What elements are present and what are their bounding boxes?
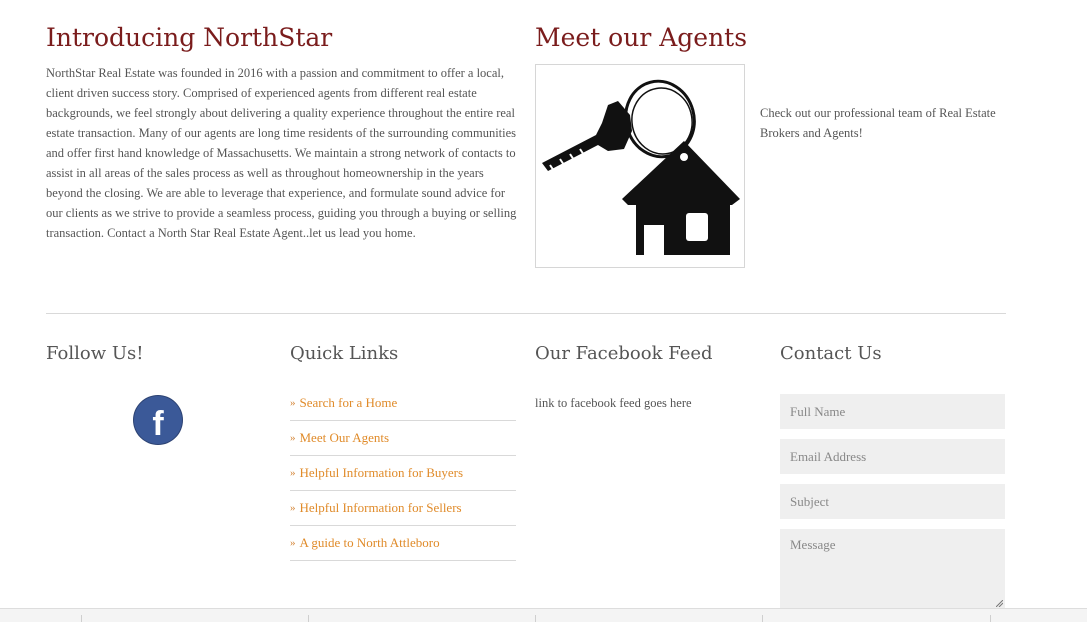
facebook-glyph: f bbox=[152, 405, 164, 443]
quick-link-item[interactable]: » Search for a Home bbox=[290, 386, 516, 421]
section-divider bbox=[46, 313, 1006, 314]
agents-image[interactable] bbox=[535, 64, 745, 268]
agents-text: Check out our professional team of Real … bbox=[760, 106, 996, 140]
facebook-feed-text: link to facebook feed goes here bbox=[535, 396, 692, 410]
quick-link-buyers[interactable]: Helpful Information for Buyers bbox=[300, 465, 464, 481]
chevron-right-icon: » bbox=[290, 397, 296, 409]
subject-field[interactable]: Subject bbox=[780, 484, 1005, 519]
subject-placeholder: Subject bbox=[790, 493, 829, 509]
message-field[interactable]: Message bbox=[780, 529, 1005, 609]
facebook-icon[interactable]: f bbox=[134, 396, 182, 444]
chevron-right-icon: » bbox=[290, 502, 296, 514]
full-name-field[interactable]: Full Name bbox=[780, 394, 1005, 429]
quick-link-sellers[interactable]: Helpful Information for Sellers bbox=[300, 500, 462, 516]
resize-handle-icon[interactable] bbox=[996, 600, 1003, 607]
quick-link-item[interactable]: » A guide to North Attleboro bbox=[290, 526, 516, 561]
quick-link-search-home[interactable]: Search for a Home bbox=[300, 395, 398, 411]
follow-heading: Follow Us! bbox=[46, 343, 144, 364]
chevron-right-icon: » bbox=[290, 537, 296, 549]
email-placeholder: Email Address bbox=[790, 448, 867, 464]
quick-link-meet-agents[interactable]: Meet Our Agents bbox=[300, 430, 390, 446]
chevron-right-icon: » bbox=[290, 467, 296, 479]
message-placeholder: Message bbox=[790, 537, 836, 552]
quick-link-north-attleboro[interactable]: A guide to North Attleboro bbox=[300, 535, 440, 551]
full-name-placeholder: Full Name bbox=[790, 403, 846, 419]
agents-heading: Meet our Agents bbox=[535, 23, 748, 52]
contact-heading: Contact Us bbox=[780, 343, 882, 364]
chevron-right-icon: » bbox=[290, 432, 296, 444]
intro-heading: Introducing NorthStar bbox=[46, 23, 333, 52]
email-field[interactable]: Email Address bbox=[780, 439, 1005, 474]
quick-link-item[interactable]: » Helpful Information for Sellers bbox=[290, 491, 516, 526]
facebook-feed-heading: Our Facebook Feed bbox=[535, 343, 713, 364]
intro-paragraph: NorthStar Real Estate was founded in 201… bbox=[46, 66, 517, 240]
bottom-bar bbox=[0, 608, 1087, 622]
quick-link-item[interactable]: » Meet Our Agents bbox=[290, 421, 516, 456]
quick-links-heading: Quick Links bbox=[290, 343, 399, 364]
quick-link-item[interactable]: » Helpful Information for Buyers bbox=[290, 456, 516, 491]
house-key-icon bbox=[542, 79, 740, 255]
quick-links-list: » Search for a Home » Meet Our Agents » … bbox=[290, 386, 516, 561]
